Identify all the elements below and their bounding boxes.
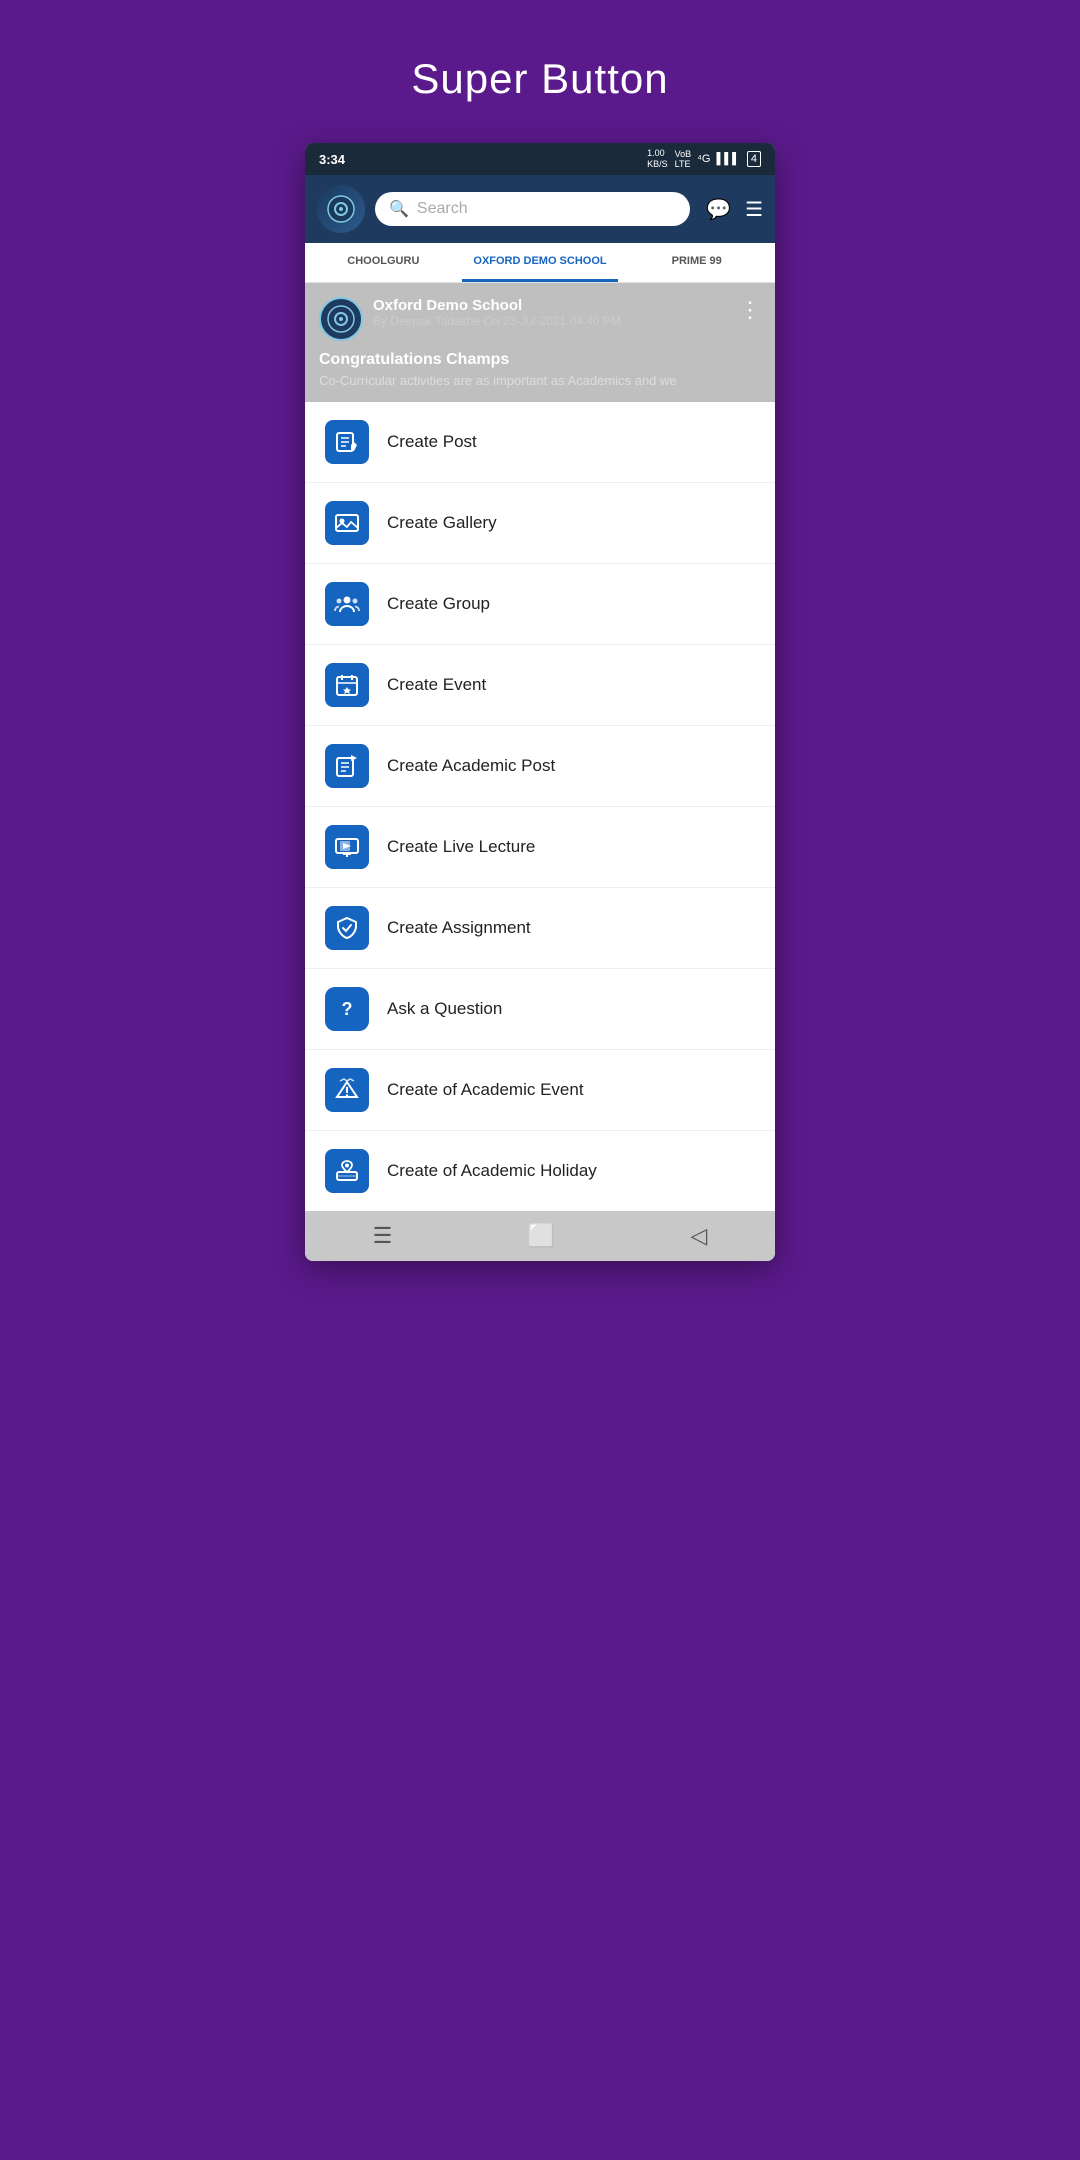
tab-bar: CHOOLGURU OXFORD DEMO SCHOOL PRIME 99 bbox=[305, 243, 775, 283]
create-academic-event-label: Create of Academic Event bbox=[387, 1080, 584, 1100]
create-gallery-icon bbox=[325, 501, 369, 545]
post-meta: By Deepak Tadakhe On 23-Jul-2021 04:40 P… bbox=[373, 314, 739, 328]
nav-home-icon[interactable]: ⬜ bbox=[528, 1223, 555, 1249]
search-placeholder: Search bbox=[417, 200, 468, 218]
bottom-nav: ☰ ⬜ ◁ bbox=[305, 1211, 775, 1261]
svg-text:?: ? bbox=[342, 999, 353, 1019]
post-header: Oxford Demo School By Deepak Tadakhe On … bbox=[319, 297, 761, 341]
signal-bars: ▌▌▌ bbox=[716, 153, 739, 165]
chat-icon[interactable]: 💬 bbox=[706, 197, 731, 222]
search-bar[interactable]: 🔍 Search bbox=[375, 192, 690, 226]
menu-item-create-group[interactable]: Create Group bbox=[305, 564, 775, 645]
avatar[interactable] bbox=[317, 185, 365, 233]
tab-prime99[interactable]: PRIME 99 bbox=[618, 243, 775, 282]
post-avatar bbox=[319, 297, 363, 341]
create-post-label: Create Post bbox=[387, 432, 477, 452]
network-icon: ⁴G bbox=[697, 153, 710, 165]
post-info: Oxford Demo School By Deepak Tadakhe On … bbox=[373, 297, 739, 328]
avatar-image bbox=[317, 185, 365, 233]
phone-frame: 3:34 1.00KB/S VoBLTE ⁴G ▌▌▌ 4 bbox=[305, 143, 775, 1261]
create-assignment-icon bbox=[325, 906, 369, 950]
menu-item-create-gallery[interactable]: Create Gallery bbox=[305, 483, 775, 564]
create-academic-post-icon bbox=[325, 744, 369, 788]
create-group-label: Create Group bbox=[387, 594, 490, 614]
menu-item-create-event[interactable]: Create Event bbox=[305, 645, 775, 726]
menu-item-create-post[interactable]: Create Post bbox=[305, 402, 775, 483]
create-academic-post-label: Create Academic Post bbox=[387, 756, 555, 776]
tab-choolguru[interactable]: CHOOLGURU bbox=[305, 243, 462, 282]
create-event-label: Create Event bbox=[387, 675, 486, 695]
ask-question-label: Ask a Question bbox=[387, 999, 502, 1019]
header-icons: 💬 ☰ bbox=[706, 197, 763, 222]
app-header: 🔍 Search 💬 ☰ bbox=[305, 175, 775, 243]
create-live-lecture-label: Create Live Lecture bbox=[387, 837, 535, 857]
page-title: Super Button bbox=[411, 55, 668, 103]
status-icons: 1.00KB/S VoBLTE ⁴G ▌▌▌ 4 bbox=[647, 148, 761, 170]
create-event-icon bbox=[325, 663, 369, 707]
outer-wrapper: Super Button 3:34 1.00KB/S VoBLTE ⁴G ▌▌▌… bbox=[270, 0, 810, 1261]
menu-list: Create Post Create Gallery bbox=[305, 402, 775, 1211]
menu-item-create-live-lecture[interactable]: Create Live Lecture bbox=[305, 807, 775, 888]
battery-icon: 4 bbox=[747, 151, 761, 167]
ask-question-icon: ? bbox=[325, 987, 369, 1031]
volte-icon: VoBLTE bbox=[675, 149, 692, 169]
post-more-icon[interactable]: ⋮ bbox=[739, 297, 761, 323]
post-school-name: Oxford Demo School bbox=[373, 297, 739, 314]
menu-item-create-assignment[interactable]: Create Assignment bbox=[305, 888, 775, 969]
create-gallery-label: Create Gallery bbox=[387, 513, 497, 533]
create-assignment-label: Create Assignment bbox=[387, 918, 531, 938]
status-time: 3:34 bbox=[319, 152, 345, 167]
nav-back-icon[interactable]: ◁ bbox=[690, 1223, 707, 1249]
menu-item-create-academic-event[interactable]: Create of Academic Event bbox=[305, 1050, 775, 1131]
create-live-lecture-icon bbox=[325, 825, 369, 869]
status-bar: 3:34 1.00KB/S VoBLTE ⁴G ▌▌▌ 4 bbox=[305, 143, 775, 175]
menu-item-create-academic-holiday[interactable]: Create of Academic Holiday bbox=[305, 1131, 775, 1211]
post-card: Oxford Demo School By Deepak Tadakhe On … bbox=[305, 283, 775, 402]
menu-item-create-academic-post[interactable]: Create Academic Post bbox=[305, 726, 775, 807]
post-title: Congratulations Champs bbox=[319, 351, 761, 369]
menu-icon[interactable]: ☰ bbox=[745, 197, 763, 222]
create-academic-event-icon bbox=[325, 1068, 369, 1112]
post-desc: Co-Curricular activities are as importan… bbox=[319, 373, 761, 388]
nav-menu-icon[interactable]: ☰ bbox=[373, 1223, 393, 1249]
create-academic-holiday-label: Create of Academic Holiday bbox=[387, 1161, 597, 1181]
create-post-icon bbox=[325, 420, 369, 464]
create-academic-holiday-icon bbox=[325, 1149, 369, 1193]
tab-oxford[interactable]: OXFORD DEMO SCHOOL bbox=[462, 243, 619, 282]
network-speed: 1.00KB/S bbox=[647, 148, 668, 170]
search-icon: 🔍 bbox=[389, 199, 409, 219]
create-group-icon bbox=[325, 582, 369, 626]
menu-item-ask-question[interactable]: ? Ask a Question bbox=[305, 969, 775, 1050]
